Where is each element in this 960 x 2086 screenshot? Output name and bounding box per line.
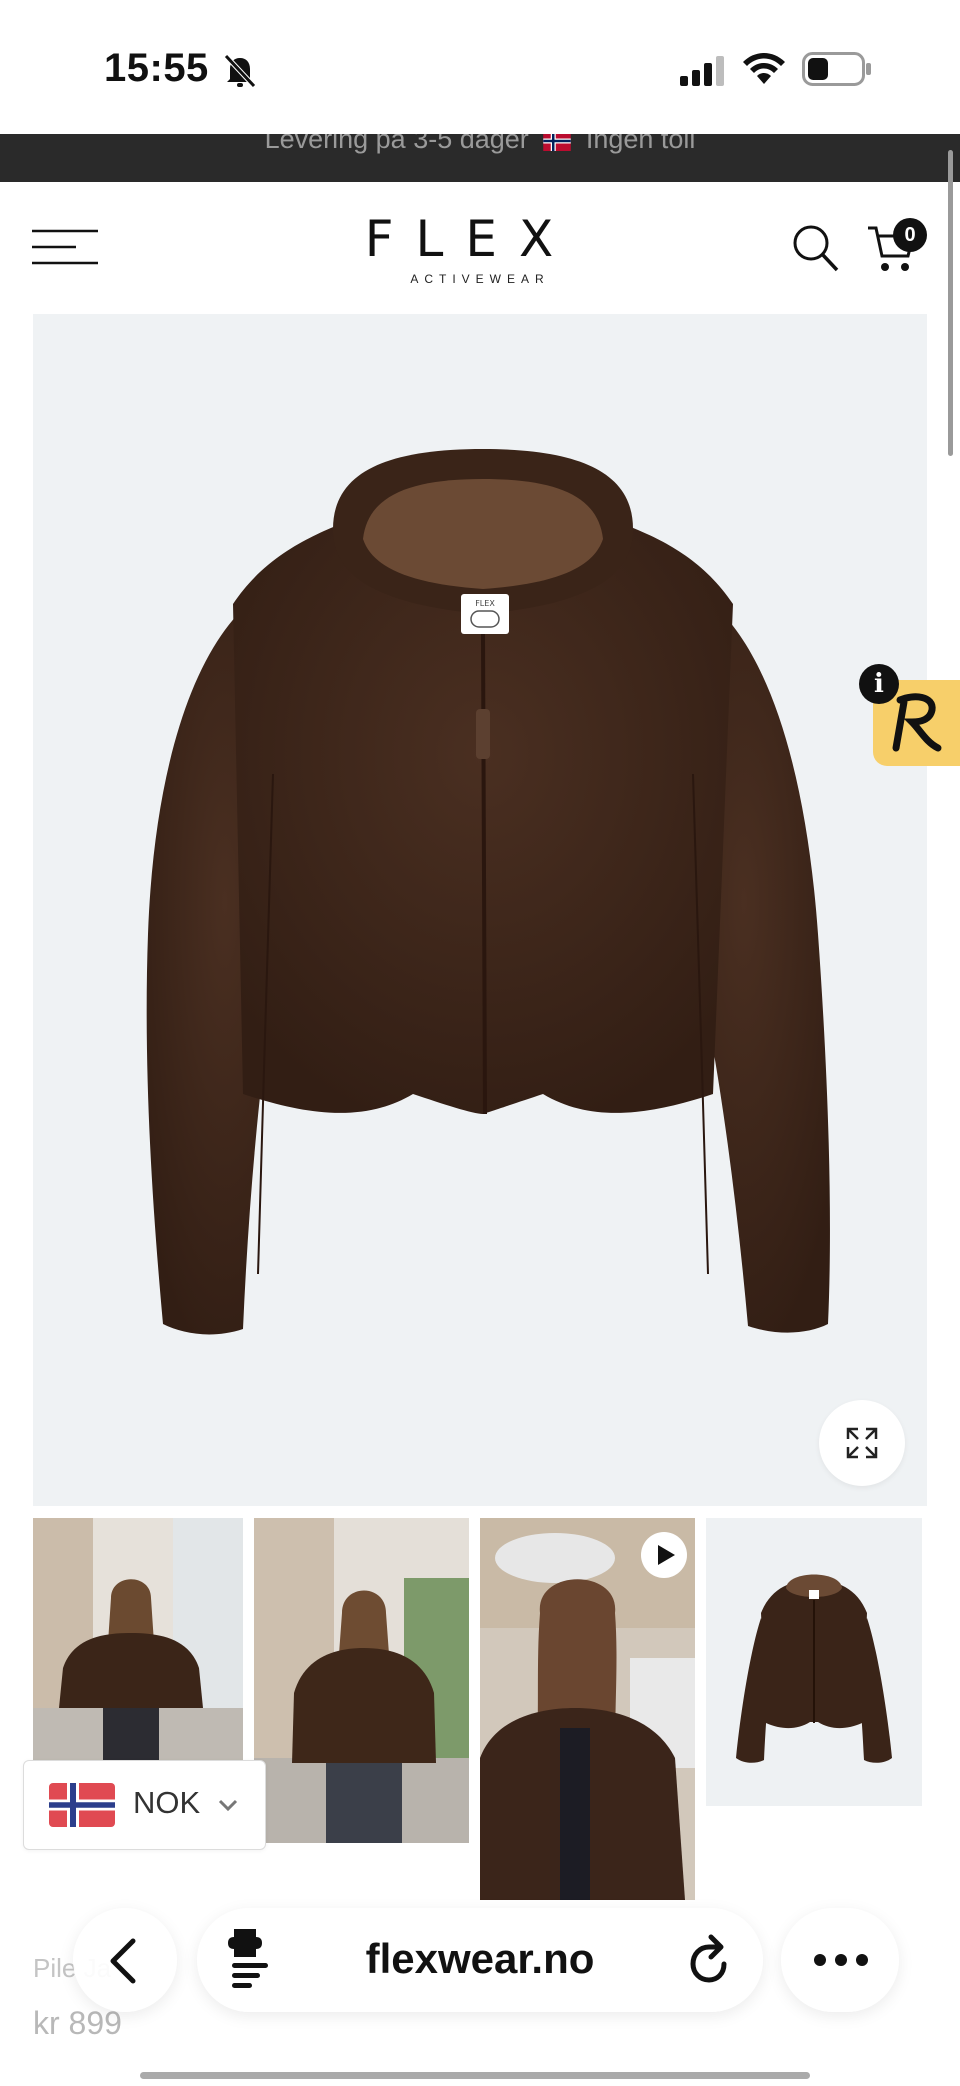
hamburger-menu-icon[interactable] — [32, 228, 98, 268]
browser-back-button[interactable] — [73, 1908, 177, 2012]
reload-icon[interactable] — [687, 1934, 733, 1984]
home-indicator — [140, 2072, 810, 2079]
norway-flag-icon — [543, 134, 572, 151]
browser-more-button[interactable] — [781, 1908, 899, 2012]
more-dots-icon — [814, 1954, 868, 1966]
chevron-left-icon — [110, 1938, 136, 1984]
svg-text:FLEX: FLEX — [475, 599, 495, 608]
product-main-image[interactable]: FLEX — [33, 314, 927, 1506]
thumbnail-image — [706, 1518, 922, 1806]
page-menu-icon[interactable] — [226, 1927, 274, 1989]
brand-logo-subtitle: ACTIVEWEAR — [410, 272, 550, 286]
currency-label: NOK — [133, 1785, 201, 1820]
thumbnail-image — [254, 1518, 469, 1843]
wifi-icon — [743, 53, 785, 84]
announcement-text: Levering på 3-5 dager — [264, 134, 529, 154]
expand-image-button[interactable] — [819, 1400, 905, 1486]
scrollbar[interactable] — [948, 150, 953, 456]
cart-count-badge: 0 — [893, 218, 927, 252]
url-text[interactable]: flexwear.no — [290, 1935, 670, 1983]
norway-flag-icon — [49, 1783, 115, 1827]
search-icon[interactable] — [792, 224, 840, 274]
gallery-thumbnail[interactable] — [254, 1518, 469, 1843]
reviews-logo-icon — [892, 693, 942, 752]
announcement-text-2: Ingen toll — [585, 134, 696, 154]
thumbnail-image — [33, 1518, 243, 1761]
battery-icon — [802, 52, 871, 86]
expand-icon — [846, 1427, 878, 1459]
play-icon — [658, 1545, 675, 1565]
bell-slash-icon — [224, 54, 256, 88]
announcement-bar: Levering på 3-5 dager Ingen toll — [0, 134, 960, 182]
play-video-button[interactable] — [641, 1532, 687, 1578]
gallery-thumbnail[interactable] — [706, 1518, 922, 1806]
gallery-thumbnail[interactable] — [33, 1518, 243, 1761]
chevron-down-icon — [218, 1799, 238, 1812]
cellular-signal-icon — [680, 56, 724, 86]
info-icon[interactable]: i — [859, 664, 899, 704]
status-time: 15:55 — [104, 46, 209, 90]
jacket-illustration: FLEX — [146, 449, 830, 1335]
brand-logo[interactable]: FLEX — [350, 210, 590, 268]
product-price: kr 899 — [33, 2005, 122, 2041]
